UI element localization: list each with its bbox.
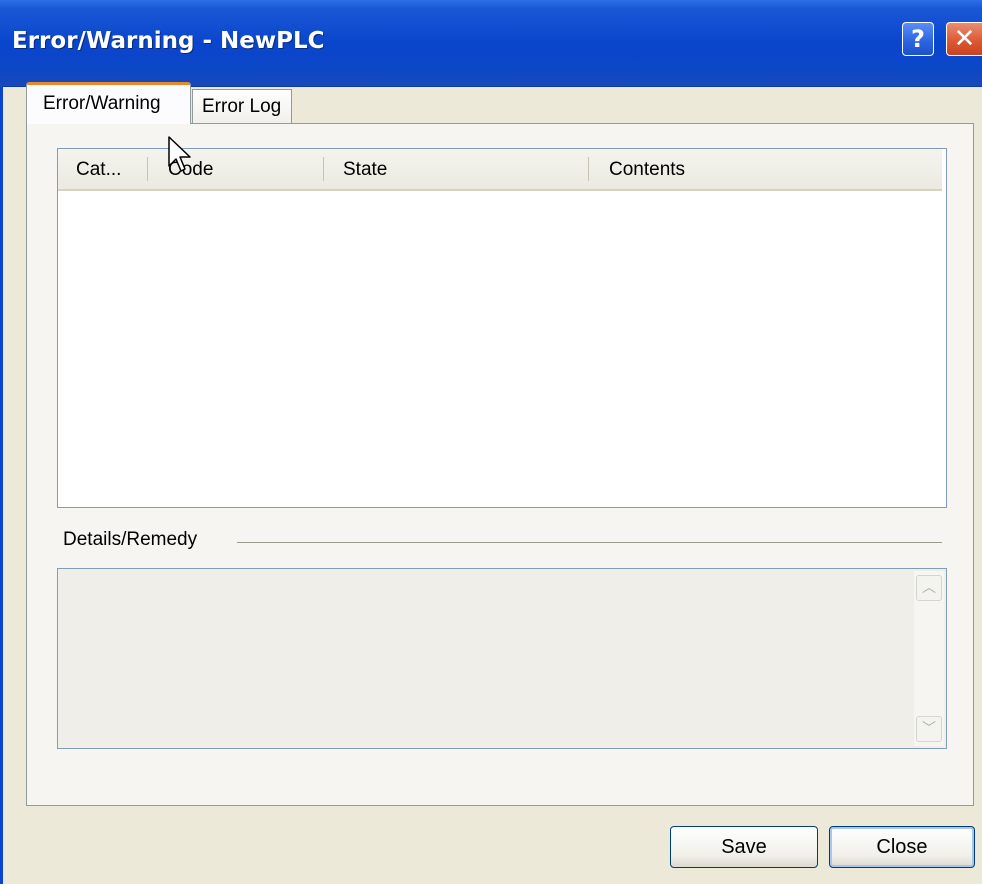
scroll-down-icon[interactable]: ﹀ (916, 716, 942, 742)
column-divider[interactable] (588, 157, 589, 181)
mouse-cursor-icon (168, 136, 191, 172)
tab-error-log[interactable]: Error Log (192, 89, 292, 125)
tab-error-warning[interactable]: Error/Warning (26, 82, 191, 124)
tab-label: Error/Warning (43, 93, 161, 114)
group-divider (237, 542, 942, 543)
error-list[interactable]: Cat... Code State Contents (57, 148, 947, 508)
close-window-button[interactable]: ✕ (946, 22, 982, 56)
window-title: Error/Warning - NewPLC (12, 28, 325, 54)
details-scrollbar[interactable]: ︿ ﹀ (914, 571, 944, 746)
column-divider[interactable] (323, 157, 324, 181)
save-button[interactable]: Save (670, 826, 818, 868)
close-button[interactable]: Close (829, 826, 975, 868)
scroll-up-icon[interactable]: ︿ (916, 575, 942, 601)
details-remedy-label: Details/Remedy (63, 529, 208, 551)
column-divider[interactable] (147, 157, 148, 181)
column-header-state[interactable]: State (343, 159, 387, 181)
tab-panel: Cat... Code State Contents Details/Remed… (26, 123, 974, 806)
column-header-category[interactable]: Cat... (76, 159, 121, 181)
window-border (0, 86, 3, 884)
column-header-contents[interactable]: Contents (609, 159, 685, 181)
tab-label: Error Log (202, 96, 282, 117)
details-remedy-text[interactable]: ︿ ﹀ (57, 568, 947, 749)
title-bar[interactable]: Error/Warning - NewPLC ? ✕ (0, 0, 982, 87)
help-button[interactable]: ? (902, 22, 934, 56)
